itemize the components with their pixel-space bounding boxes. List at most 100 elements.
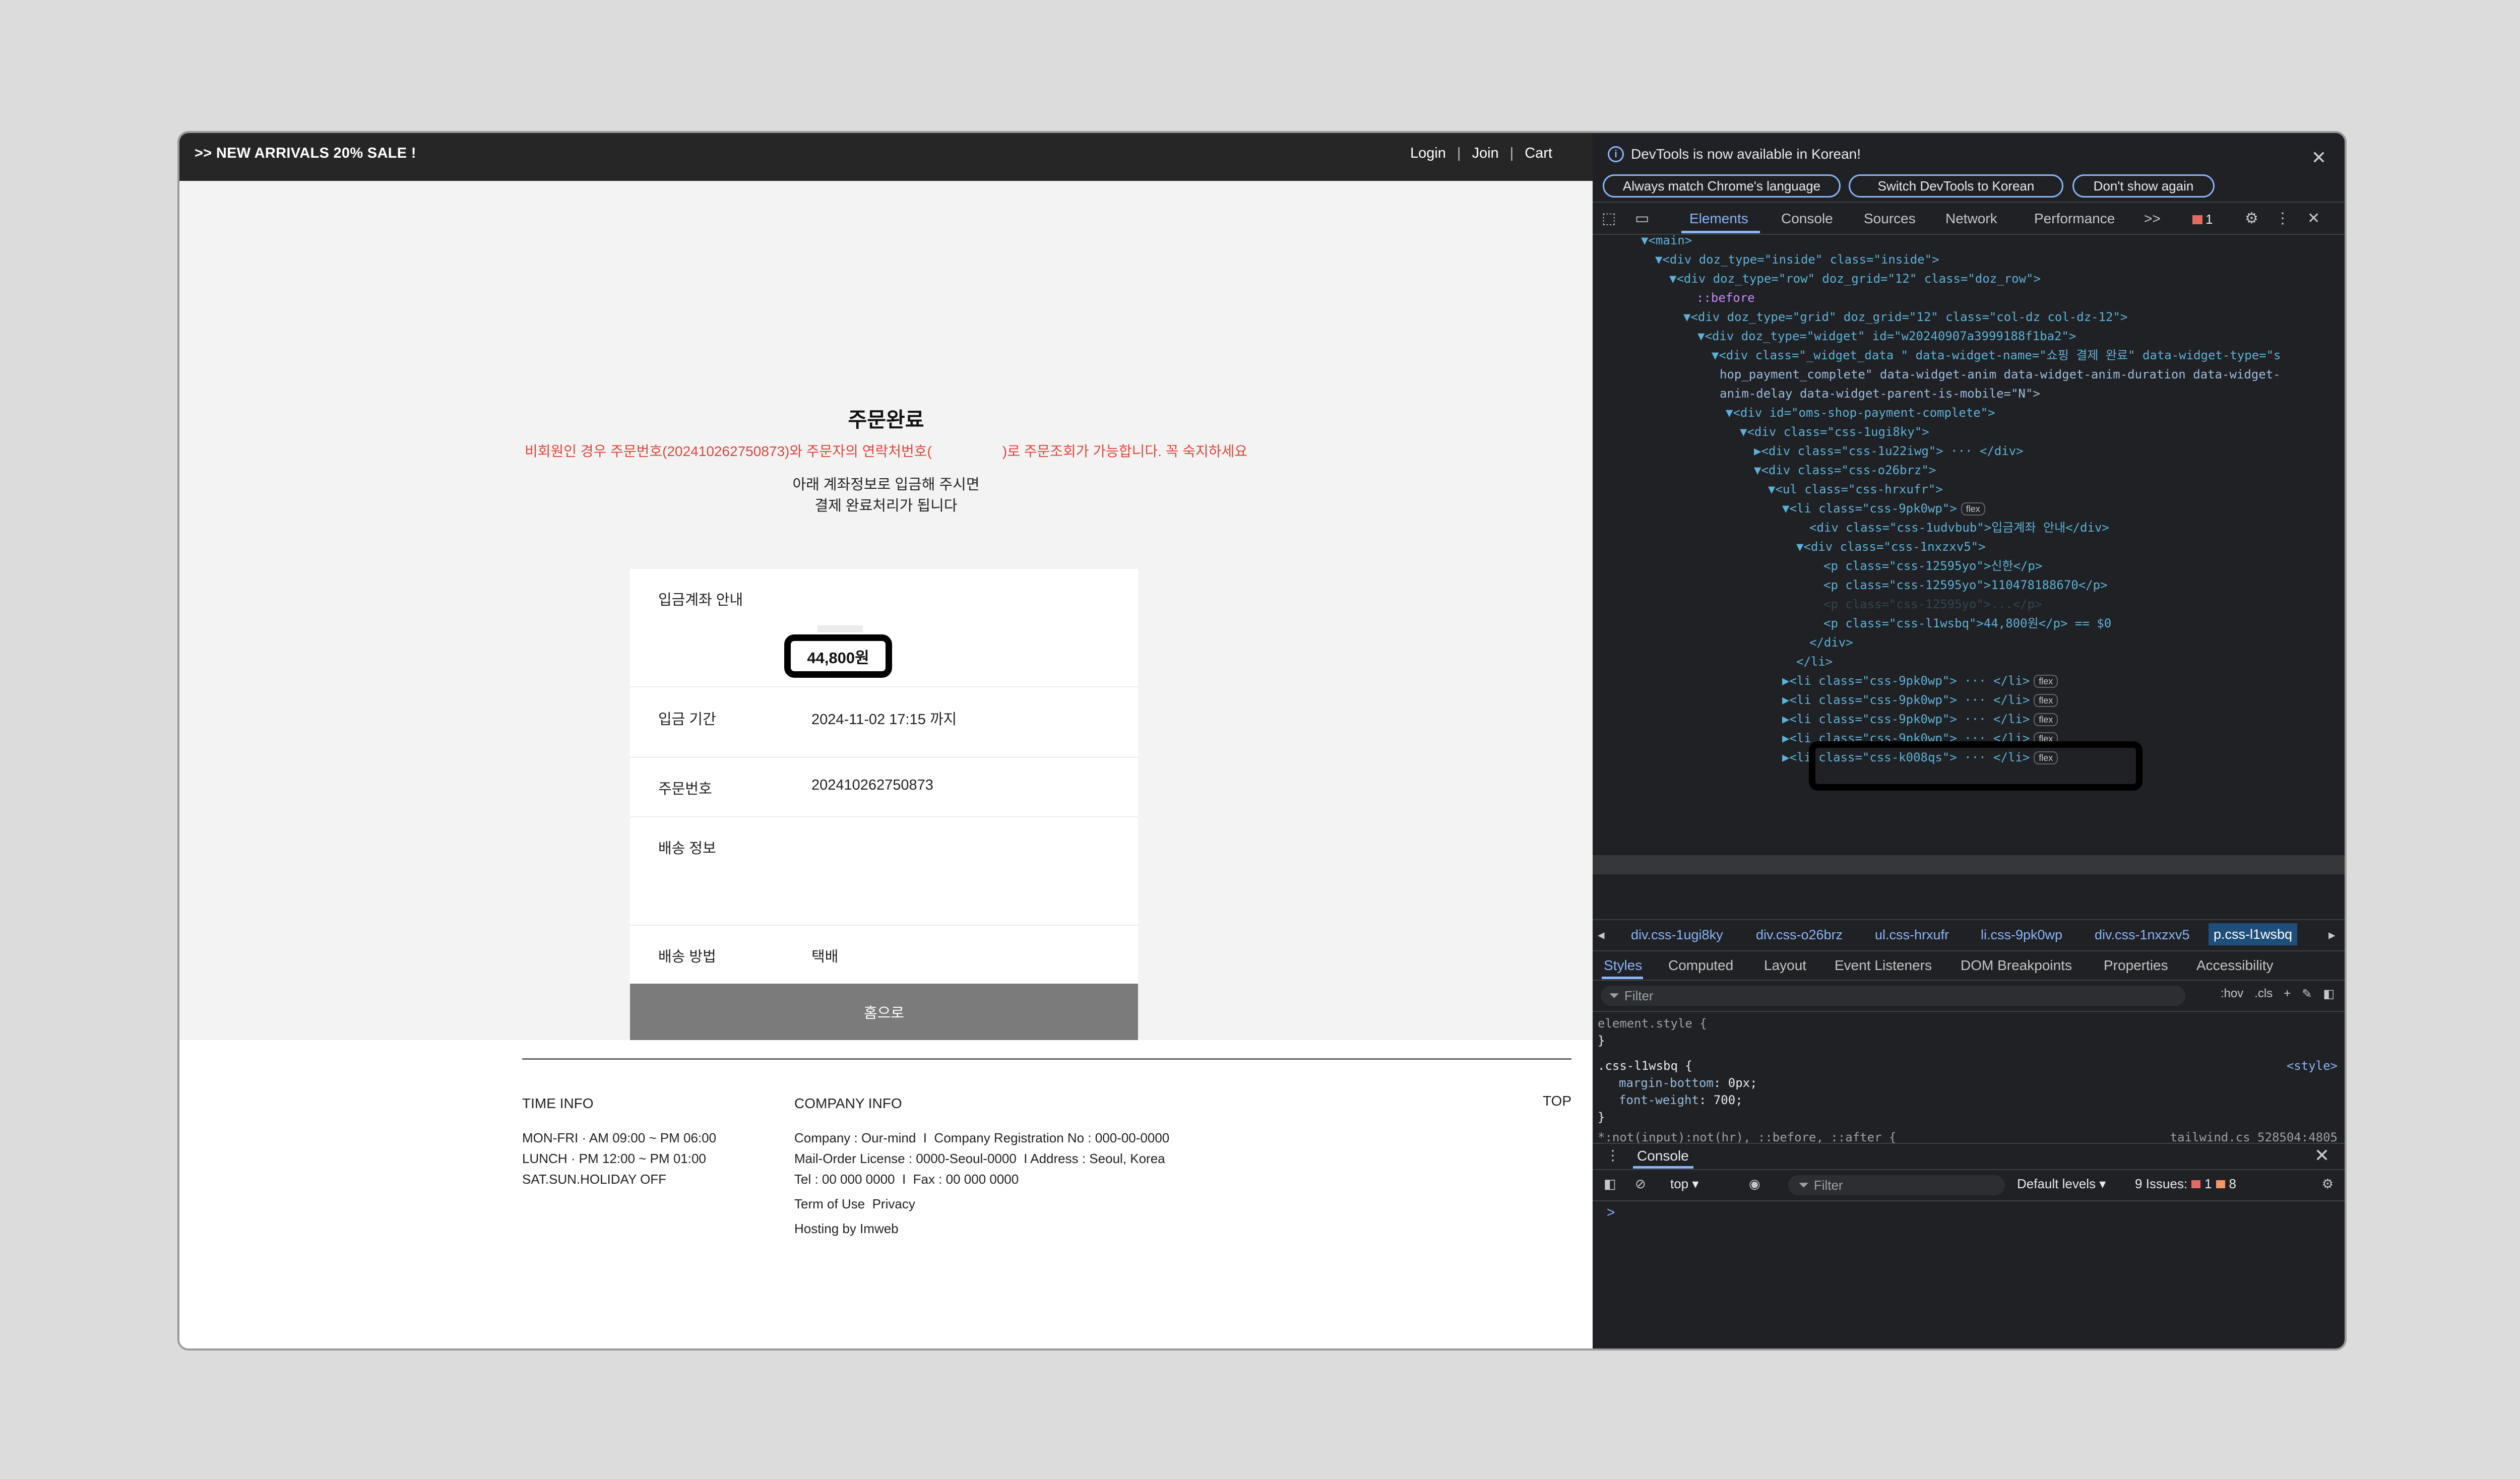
dom-line[interactable]: <div class="css-1udvbub">입금계좌 안내</div> [1809,518,2109,538]
dom-line[interactable]: ▼<div class="css-o26brz"> [1754,461,1936,480]
drawer-tab-console[interactable]: Console [1637,1148,1689,1164]
dom-line[interactable]: ▼<ul class="css-hrxufr"> [1768,480,1943,499]
terms-privacy-links[interactable]: Term of Use Privacy [794,1194,1169,1214]
kebab-menu-icon[interactable]: ⋮ [2275,210,2290,227]
tab-performance[interactable]: Performance [2034,211,2115,227]
device-toolbar-icon[interactable]: ▭ [1635,210,1649,227]
dom-line[interactable]: <p class="css-12595yo">신한</p> [1823,556,2042,576]
gear-icon[interactable]: ⚙ [2322,1176,2334,1192]
dom-line[interactable]: ▼<li class="css-9pk0wp"> flex [1782,499,1985,519]
drawer-menu-icon[interactable]: ⋮ [1606,1147,1620,1164]
selected-dom-line[interactable]: <p class="css-l1wsbq">44,800원</p> == $0 [1823,614,2111,633]
cart-link[interactable]: Cart [1525,145,1552,162]
dom-line[interactable]: ▼<div doz_type="grid" doz_grid="12" clas… [1683,307,2127,327]
dom-line[interactable]: ▼<div class="css-1ugi8ky"> [1740,422,1929,442]
console-prompt[interactable]: > [1607,1204,1615,1220]
join-link[interactable]: Join [1472,145,1498,162]
dom-line[interactable]: ::before [1696,288,1755,308]
tab-sources[interactable]: Sources [1864,211,1916,227]
issues-counter[interactable]: 9 Issues: 1 8 [2135,1176,2236,1192]
breadcrumb-item[interactable]: div.css-1nxzxv5 [2095,927,2190,943]
dom-line[interactable]: ▼<div doz_type="widget" id="w20240907a39… [1697,327,2076,346]
tab-accessibility[interactable]: Accessibility [2196,957,2273,974]
new-rule-icon[interactable]: + [2284,987,2291,1001]
dom-line[interactable]: </div> [1809,633,1853,653]
inspect-element-icon[interactable]: ⬚ [1602,210,1616,227]
dom-line[interactable]: ▼<div class="_widget_data " data-widget-… [1712,346,2281,365]
login-link[interactable]: Login [1410,145,1446,162]
tab-event-listeners[interactable]: Event Listeners [1835,957,1932,974]
clear-console-icon[interactable]: ⊘ [1635,1176,1646,1192]
dom-line[interactable]: </li> [1796,652,1833,672]
tab-layout[interactable]: Layout [1764,957,1806,974]
switch-korean-button[interactable]: Switch DevTools to Korean [1849,174,2063,198]
context-select[interactable]: top ▾ [1670,1176,1698,1192]
hov-toggle[interactable]: :hov [2221,987,2243,1001]
dom-line[interactable]: ▼<div class="css-1nxzxv5"> [1796,537,1986,557]
element-style-rule[interactable]: element.style { [1598,1015,1707,1032]
breadcrumb-item[interactable]: div.css-1ugi8ky [1631,927,1723,943]
guest-notice: 비회원인 경우 주문번호(202410262750873)와 주문자의 연락처번… [524,443,1248,459]
dom-line[interactable]: <p class="css-12595yo">110478188670</p> [1823,575,2108,595]
flex-badge[interactable]: flex [2034,694,2058,707]
account-row: 입금계좌 안내 44,800원 [630,569,1138,687]
more-tabs-icon[interactable]: >> [2144,211,2161,227]
dom-line[interactable]: <p class="css-12595yo">...</p> [1823,595,2042,614]
gear-icon[interactable]: ⚙ [2245,210,2258,227]
guide-line: 결제 완료처리가 됩니다 [814,498,958,514]
breadcrumb-item-active[interactable]: p.css-l1wsbq [2209,923,2298,945]
close-devtools-icon[interactable]: ✕ [2307,210,2320,227]
dom-line[interactable]: ▶<li class="css-9pk0wp"> ··· </li> flex [1782,690,2058,710]
log-levels-select[interactable]: Default levels ▾ [2017,1176,2106,1192]
company-line: Mail-Order License : 0000-Seoul-0000 I A… [794,1151,1165,1166]
eye-icon[interactable]: ◉ [1749,1176,1760,1192]
tab-properties[interactable]: Properties [2104,957,2168,974]
css-declaration[interactable]: margin-bottom: 0px; [1619,1074,1757,1091]
styles-filter-input[interactable]: ⏷ Filter [1601,986,2185,1006]
footer-divider [522,1058,1571,1060]
paint-icon[interactable]: ✎ [2302,987,2312,1001]
tab-network[interactable]: Network [1945,211,1997,227]
dom-line[interactable]: anim-delay data-widget-parent-is-mobile=… [1720,384,2040,404]
cls-toggle[interactable]: .cls [2254,987,2273,1001]
home-button[interactable]: 홈으로 [630,984,1138,1040]
tab-dom-breakpoints[interactable]: DOM Breakpoints [1961,957,2072,974]
breadcrumb-item[interactable]: li.css-9pk0wp [1981,927,2062,943]
dom-line[interactable]: ▼<div doz_type="row" doz_grid="12" class… [1669,269,2041,289]
breadcrumb-left-arrow[interactable]: ◂ [1598,927,1605,943]
console-filter-input[interactable]: ⏷ Filter [1788,1175,2005,1195]
match-language-button[interactable]: Always match Chrome's language [1603,174,1841,198]
breadcrumb-item[interactable]: div.css-o26brz [1756,927,1843,943]
dom-line[interactable]: ▶<li class="css-9pk0wp"> ··· </li> flex [1782,710,2058,729]
tab-styles[interactable]: Styles [1604,957,1642,974]
dom-line[interactable]: ▶<li class="css-9pk0wp"> ··· </li> flex [1782,671,2058,691]
dom-line[interactable]: ▼<main> [1641,234,1692,250]
top-button[interactable]: TOP [1543,1093,1571,1109]
sidebar-toggle-icon[interactable]: ◧ [1604,1176,1616,1192]
dont-show-button[interactable]: Don't show again [2072,174,2215,198]
devtools-panel: i DevTools is now available in Korean! ✕… [1593,133,2345,1348]
dom-line[interactable]: ▼<div id="oms-shop-payment-complete"> [1726,403,1995,423]
dom-line[interactable]: ▼<div doz_type="inside" class="inside"> [1655,250,1939,270]
style-source-link[interactable]: <style> [2287,1057,2338,1074]
error-badge[interactable]: 1 [2192,212,2213,227]
css-selector[interactable]: .css-l1wsbq { [1598,1057,1692,1074]
close-icon[interactable]: ✕ [2314,1145,2329,1166]
styles-tabbar: Styles Computed Layout Event Listeners D… [1593,950,2345,981]
dom-line[interactable]: hop_payment_complete" data-widget-anim d… [1720,365,2281,384]
flex-badge[interactable]: flex [2034,675,2058,688]
time-line: SAT.SUN.HOLIDAY OFF [522,1172,667,1187]
nav-separator: | [1457,145,1461,161]
sidebar-toggle-icon[interactable]: ◧ [2323,987,2335,1001]
close-icon[interactable]: ✕ [2311,147,2326,168]
flex-badge[interactable]: flex [2034,713,2058,726]
breadcrumb-right-arrow[interactable]: ▸ [2328,927,2336,943]
promo-text[interactable]: >> NEW ARRIVALS 20% SALE ! [195,145,416,162]
tab-elements[interactable]: Elements [1689,211,1748,227]
flex-badge[interactable]: flex [1961,502,1985,516]
css-declaration[interactable]: font-weight: 700; [1619,1091,1743,1109]
dom-line[interactable]: ▶<div class="css-1u22iwg"> ··· </div> [1754,441,2024,461]
tab-console[interactable]: Console [1781,211,1833,227]
breadcrumb-item[interactable]: ul.css-hrxufr [1875,927,1949,943]
tab-computed[interactable]: Computed [1668,957,1733,974]
